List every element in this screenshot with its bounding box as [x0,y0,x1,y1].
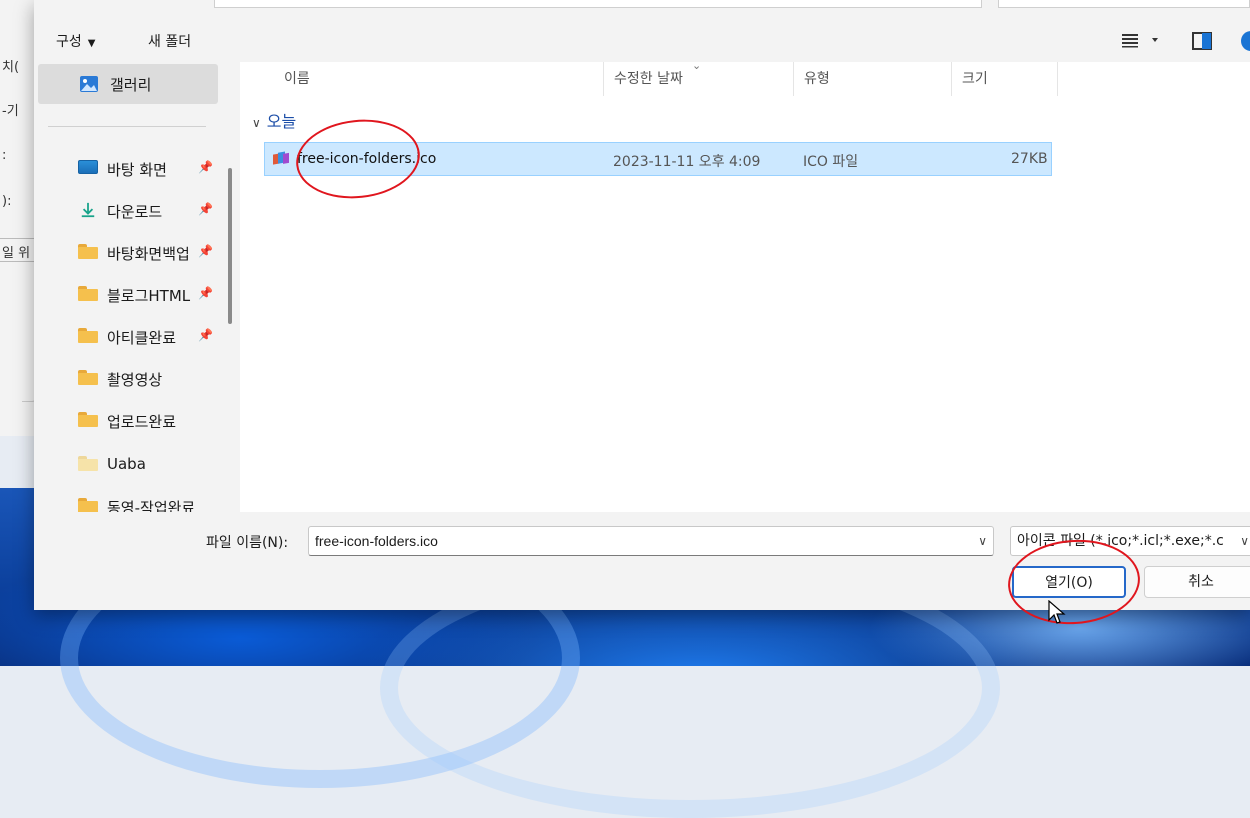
pin-icon: 📌 [198,328,213,342]
navigation-pane: 갤러리 바탕 화면 📌 다운로드 📌 바탕화면백업 📌 블로그HTML 📌 아티… [34,62,234,512]
chevron-down-icon[interactable]: ∨ [978,527,987,555]
folder-icon [78,456,98,471]
nav-item-desktop[interactable]: 바탕 화면 📌 [34,156,224,182]
nav-item-folder[interactable]: 블로그HTML 📌 [34,282,224,308]
dialog-footer: 파일 이름(N): free-icon-folders.ico ∨ 아이콘 파일… [34,512,1250,610]
address-bar-area [34,0,1250,22]
pin-icon: 📌 [198,244,213,258]
folder-icon [78,286,98,301]
filter-value: 아이콘 파일 (*.ico;*.icl;*.exe;*.c [1017,533,1224,549]
filename-value: free-icon-folders.ico [315,533,438,549]
column-header-size[interactable]: 크기 [952,62,1058,96]
filename-input[interactable]: free-icon-folders.ico ∨ [308,526,994,556]
nav-item-label: 업로드완료 [107,413,177,431]
new-folder-button[interactable]: 새 폴더 [142,30,197,54]
folder-icon [78,498,98,512]
file-type-filter[interactable]: 아이콘 파일 (*.ico;*.icl;*.exe;*.c ∨ [1010,526,1250,556]
nav-item-label: 바탕 화면 [107,161,167,179]
open-button[interactable]: 열기(O) [1012,566,1126,598]
preview-pane-icon [1192,32,1212,50]
nav-item-downloads[interactable]: 다운로드 📌 [34,198,224,224]
background-text: -기 [2,104,19,119]
background-text: 치( [2,60,20,75]
ico-file-icon [273,151,289,165]
file-list: 이름 수정한 날짜 ⌄ 유형 크기 ∨ 오늘 free-icon-folders.… [240,59,1250,512]
pin-icon: 📌 [198,202,213,216]
nav-item-label: 바탕화면백업 [107,245,190,263]
nav-item-label: 아티클완료 [107,329,177,347]
nav-item-folder[interactable]: 업로드완료 [34,408,224,434]
chevron-down-icon: ∨ [1238,527,1249,555]
file-size: 27KB [1011,151,1048,167]
pin-icon: 📌 [198,160,213,174]
folder-icon [78,412,98,427]
sort-arrow-icon: ⌄ [692,59,702,72]
pin-icon: 📌 [198,286,213,300]
background-text: : [2,148,7,163]
nav-item-folder[interactable]: 동영-작업완료 [34,494,224,512]
organize-label: 구성 [56,34,82,50]
mouse-cursor-icon [1048,600,1066,624]
nav-item-label: 갤러리 [110,76,152,94]
nav-item-label: 촬영영상 [107,371,163,389]
organize-button[interactable]: 구성 ▼ [50,30,101,54]
cancel-button[interactable]: 취소 [1144,566,1250,598]
nav-scrollbar[interactable] [228,168,232,324]
nav-item-folder[interactable]: Uaba [34,452,224,478]
chevron-down-icon: ▼ [87,38,96,49]
help-icon [1241,31,1250,51]
folder-icon [78,370,98,385]
nav-divider [48,126,206,127]
file-type: ICO 파일 [803,154,859,170]
background-text: 일 위 [2,246,31,261]
nav-item-folder[interactable]: 아티클완료 📌 [34,324,224,350]
preview-pane-button[interactable] [1186,32,1212,56]
file-name: free-icon-folders.ico [297,151,437,167]
folder-icon [78,328,98,343]
filename-label: 파일 이름(N): [206,535,289,551]
nav-item-label: Uaba [107,455,146,473]
open-file-dialog: 구성 ▼ 새 폴더 갤러리 바탕 화면 📌 다운로드 📌 바탕화면백업 📌 블로… [34,0,1250,610]
nav-item-folder[interactable]: 촬영영상 [34,366,224,392]
view-options-icon [1122,34,1158,48]
nav-item-label: 블로그HTML [107,287,191,305]
nav-item-label: 다운로드 [107,203,163,221]
help-button[interactable] [1234,30,1250,54]
chevron-down-icon: ∨ [252,116,261,130]
gallery-icon [80,76,98,92]
file-date: 2023-11-11 오후 4:09 [613,154,761,170]
nav-item-gallery[interactable]: 갤러리 [38,64,218,104]
command-bar: 구성 ▼ 새 폴더 [34,22,1250,62]
folder-icon [78,244,98,259]
nav-item-folder[interactable]: 바탕화면백업 📌 [34,240,224,266]
nav-item-label: 동영-작업완료 [107,499,196,512]
address-bar[interactable] [214,0,982,8]
group-header-today[interactable]: ∨ 오늘 [252,108,296,132]
file-row[interactable]: free-icon-folders.ico 2023-11-11 오후 4:09… [264,142,1052,176]
column-header-type[interactable]: 유형 [794,62,952,96]
background-text: ): [2,194,12,209]
download-icon [81,202,95,218]
desktop-icon [78,160,98,174]
view-options-button[interactable] [1114,32,1160,56]
group-label: 오늘 [266,112,297,131]
column-header-name[interactable]: 이름 [274,62,604,96]
search-box[interactable] [998,0,1250,8]
